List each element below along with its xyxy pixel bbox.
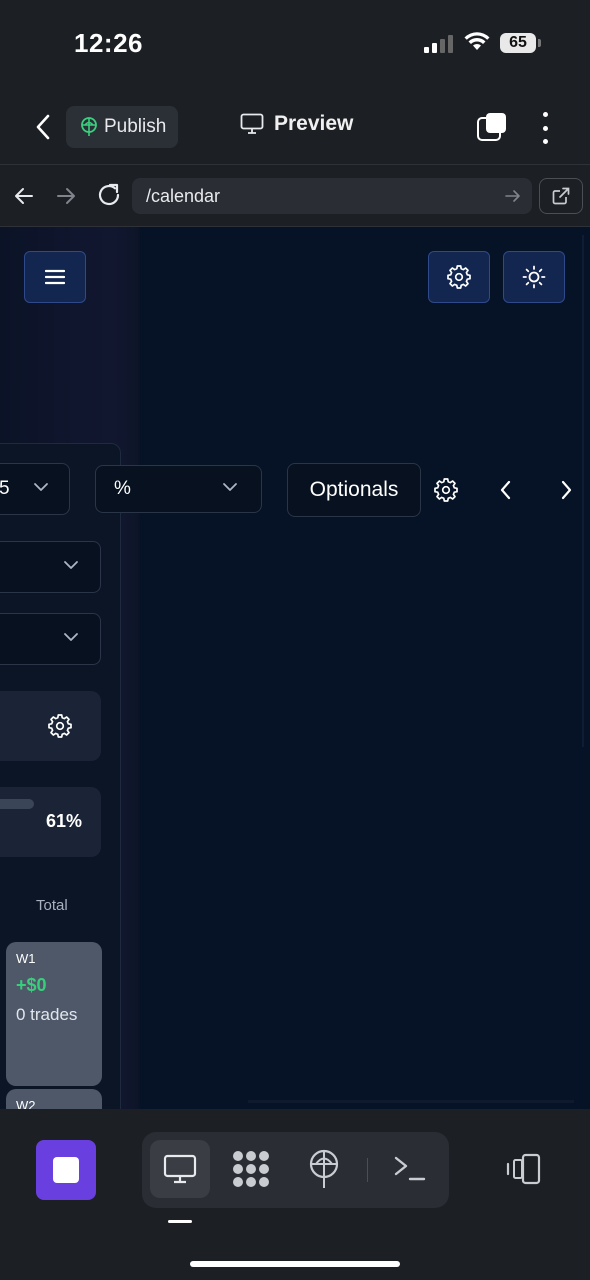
preview-label: Preview bbox=[274, 112, 354, 135]
unit-select[interactable]: % bbox=[95, 465, 262, 513]
sun-icon bbox=[522, 265, 546, 289]
arrow-right-icon[interactable] bbox=[54, 184, 78, 208]
optionals-button[interactable]: Optionals bbox=[287, 463, 421, 517]
wifi-icon bbox=[464, 32, 490, 50]
devices-icon[interactable] bbox=[505, 1152, 543, 1186]
dock-separator bbox=[367, 1158, 368, 1182]
vertical-scrollbar[interactable] bbox=[582, 235, 584, 747]
gear-icon[interactable] bbox=[434, 478, 458, 502]
tabs-icon[interactable] bbox=[476, 112, 508, 144]
week-label: W1 bbox=[16, 951, 36, 966]
chevron-down-icon bbox=[34, 483, 48, 491]
cellular-signal-icon bbox=[424, 35, 454, 53]
gear-icon bbox=[447, 265, 471, 289]
url-input[interactable]: /calendar bbox=[132, 178, 532, 214]
arrow-go-icon[interactable] bbox=[504, 186, 522, 206]
chevron-down-icon bbox=[223, 483, 237, 491]
more-vertical-icon[interactable] bbox=[540, 112, 550, 144]
open-external-button[interactable] bbox=[539, 178, 583, 214]
deploy-icon[interactable] bbox=[306, 1148, 342, 1190]
week-label: W2 bbox=[16, 1098, 36, 1109]
stop-icon bbox=[53, 1157, 79, 1183]
monitor-icon bbox=[163, 1154, 197, 1184]
week-pnl: +$0 bbox=[16, 975, 47, 995]
menu-button[interactable] bbox=[24, 251, 86, 303]
account-select[interactable] bbox=[0, 613, 101, 665]
progress-bar bbox=[0, 799, 34, 809]
progress-card: 61% bbox=[0, 787, 101, 857]
home-indicator bbox=[190, 1261, 400, 1267]
settings-card[interactable] bbox=[0, 691, 101, 761]
week-summary-card[interactable]: W2 bbox=[6, 1089, 102, 1109]
external-link-icon bbox=[552, 187, 570, 205]
status-time: 12:26 bbox=[74, 28, 143, 58]
period-select[interactable]: 5 bbox=[0, 463, 70, 515]
chevron-down-icon bbox=[64, 561, 78, 569]
chevron-right-icon[interactable] bbox=[556, 479, 576, 501]
publish-icon bbox=[81, 117, 97, 136]
app-preview-frame: 5 % Optionals 61% Total W1 +$0 0 trades … bbox=[0, 227, 590, 1109]
monitor-icon bbox=[240, 113, 264, 134]
week-trades: 0 trades bbox=[16, 1005, 78, 1024]
preview-title[interactable]: Preview bbox=[240, 112, 353, 136]
stop-button[interactable] bbox=[36, 1140, 96, 1200]
unit-select-value: % bbox=[114, 478, 131, 499]
chevron-left-icon[interactable] bbox=[496, 479, 516, 501]
battery-indicator: 65 bbox=[500, 33, 536, 53]
progress-percent: 61% bbox=[46, 811, 83, 831]
horizontal-scrollbar[interactable] bbox=[248, 1100, 574, 1103]
toolbar-divider bbox=[0, 164, 590, 165]
menu-icon bbox=[45, 269, 65, 285]
chevron-down-icon bbox=[64, 633, 78, 641]
desktop-view-button[interactable] bbox=[150, 1140, 210, 1198]
back-button[interactable] bbox=[28, 110, 58, 144]
theme-toggle-button[interactable] bbox=[503, 251, 565, 303]
period-select-value: 5 bbox=[0, 478, 10, 499]
reload-icon[interactable] bbox=[96, 182, 122, 208]
settings-button[interactable] bbox=[428, 251, 490, 303]
week-summary-card[interactable]: W1 +$0 0 trades bbox=[6, 942, 102, 1086]
terminal-icon[interactable] bbox=[392, 1152, 428, 1184]
dots-icon[interactable] bbox=[230, 1148, 272, 1190]
gear-icon bbox=[48, 714, 72, 738]
active-tab-indicator bbox=[168, 1220, 192, 1223]
sidebar-divider bbox=[138, 227, 140, 1109]
arrow-left-icon[interactable] bbox=[12, 184, 36, 208]
total-column-header: Total bbox=[36, 897, 68, 914]
battery-tip bbox=[538, 39, 541, 47]
filter-select[interactable] bbox=[0, 541, 101, 593]
publish-label: Publish bbox=[104, 116, 167, 137]
publish-button[interactable]: Publish bbox=[66, 106, 178, 148]
chevron-left-icon bbox=[36, 114, 50, 140]
